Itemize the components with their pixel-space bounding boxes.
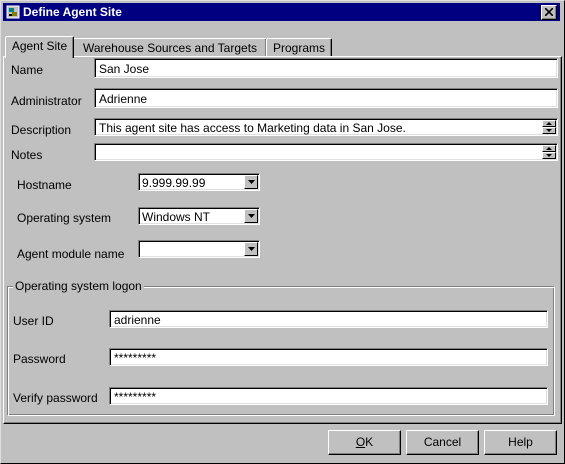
name-label: Name [11,63,44,77]
hostname-dropdown-button[interactable] [244,175,258,189]
password-field[interactable]: ********* [109,348,548,366]
hostname-label: Hostname [17,178,72,192]
name-field[interactable]: San Jose [94,58,558,78]
verify-password-field[interactable]: ********* [109,387,548,405]
close-icon [545,8,553,16]
tab-warehouse-label: Warehouse Sources and Targets [82,41,258,55]
title-bar[interactable]: Define Agent Site [3,3,560,21]
description-text: This agent site has access to Marketing … [99,121,406,135]
agent-module-name-combo[interactable] [138,240,260,258]
close-button[interactable] [541,5,557,20]
chevron-down-icon [248,247,255,251]
tab-agent-site[interactable]: Agent Site [5,36,74,58]
notes-up-button[interactable] [542,145,556,152]
description-scroller[interactable] [542,120,556,134]
operating-system-label: Operating system [17,211,112,225]
tab-warehouse-sources-and-targets[interactable]: Warehouse Sources and Targets [73,38,267,57]
ok-mnemonic: O [355,435,366,449]
hostname-combo[interactable]: 9.999.99.99 [138,173,260,191]
description-field[interactable]: This agent site has access to Marketing … [94,118,558,136]
notes-label: Notes [11,148,43,162]
tab-programs-label: Programs [272,41,325,55]
operating-system-logon-title: Operating system logon [13,279,144,293]
description-up-button[interactable] [542,120,556,127]
define-agent-site-dialog: Define Agent Site Agent Site Warehouse S… [0,0,565,464]
cancel-label: Cancel [423,435,462,449]
chevron-down-icon [248,214,255,218]
agent-module-name-dropdown-button[interactable] [244,242,258,256]
agent-module-name-label: Agent module name [17,247,125,261]
notes-down-button[interactable] [542,152,556,159]
notes-field[interactable] [94,143,558,161]
description-down-button[interactable] [542,127,556,134]
administrator-field[interactable]: Adrienne [94,88,558,108]
arrow-up-icon [546,147,552,150]
tab-agent-site-label: Agent Site [11,39,68,53]
help-button[interactable]: Help [484,430,557,455]
ok-label-rest: K [365,435,374,449]
user-id-field[interactable]: adrienne [109,310,548,328]
verify-password-label: Verify password [13,391,98,405]
help-label: Help [508,435,533,449]
operating-system-value: Windows NT [142,210,211,224]
tab-programs[interactable]: Programs [266,38,332,57]
arrow-down-icon [546,129,552,132]
arrow-down-icon [546,154,552,157]
arrow-up-icon [546,122,552,125]
password-label: Password [13,352,66,366]
administrator-label: Administrator [11,94,82,108]
cancel-button[interactable]: Cancel [406,430,479,455]
chevron-down-icon [248,180,255,184]
agent-site-icon [6,5,20,19]
operating-system-dropdown-button[interactable] [244,209,258,223]
ok-button[interactable]: OK [328,430,401,455]
description-label: Description [11,123,72,137]
operating-system-combo[interactable]: Windows NT [138,207,260,225]
window-title: Define Agent Site [23,5,122,19]
user-id-label: User ID [13,314,54,328]
notes-scroller[interactable] [542,145,556,159]
hostname-value: 9.999.99.99 [142,176,206,190]
